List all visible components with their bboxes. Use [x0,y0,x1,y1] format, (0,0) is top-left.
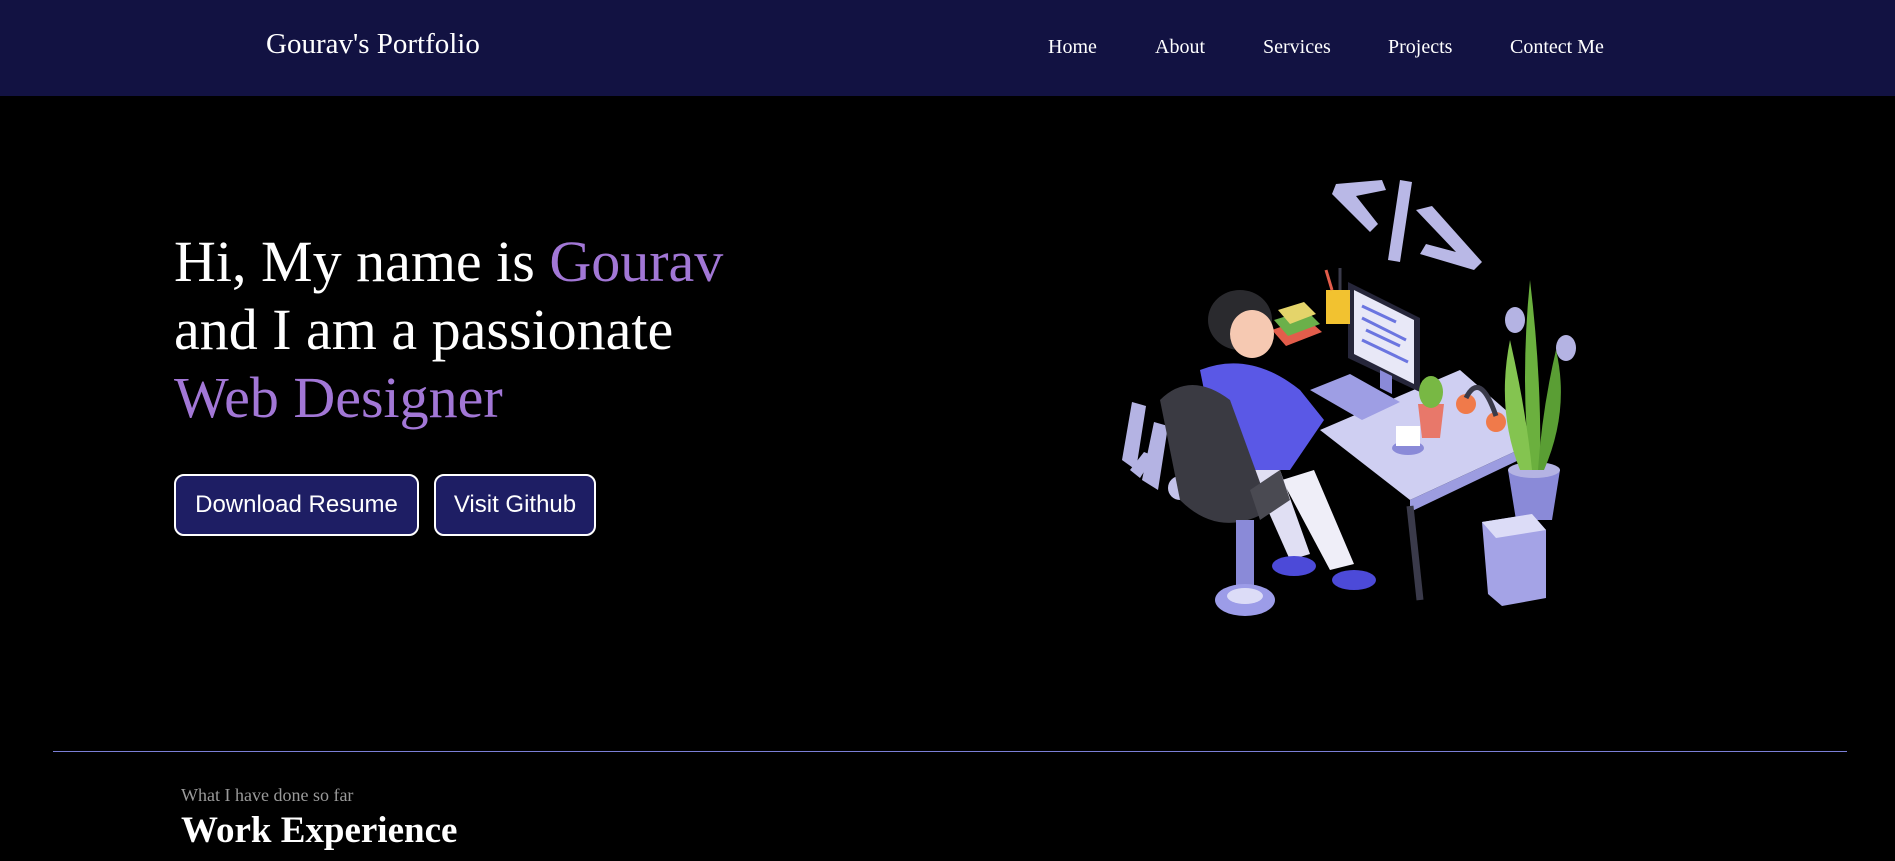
hero-role: Web Designer [174,365,503,430]
hero-line-2: and I am a passionate [174,297,674,362]
nav-links: Home About Services Projects Contect Me [0,36,1895,60]
nav-link-services[interactable]: Services [1263,36,1331,59]
section-divider [53,751,1847,752]
hero-intro-text: Hi, My name is [174,229,550,294]
nav-link-about[interactable]: About [1155,36,1205,59]
developer-at-desk-illustration [1100,170,1600,640]
code-tag-icon [1332,180,1482,270]
visit-github-button[interactable]: Visit Github [434,474,596,536]
hero-name: Gourav [549,229,724,294]
nav-link-home[interactable]: Home [1048,36,1097,59]
experience-subtitle: What I have done so far [181,785,354,805]
hero-heading: Hi, My name is Gourav and I am a passion… [174,228,874,432]
hero-line-1: Hi, My name is Gourav [174,228,874,296]
illustration-svg [1122,180,1576,616]
nav-link-contact[interactable]: Contect Me [1510,36,1604,59]
experience-title: Work Experience [181,810,458,851]
download-resume-button[interactable]: Download Resume [174,474,419,536]
nav-link-projects[interactable]: Projects [1388,36,1452,59]
navbar: Gourav's Portfolio Home About Services P… [0,0,1895,96]
